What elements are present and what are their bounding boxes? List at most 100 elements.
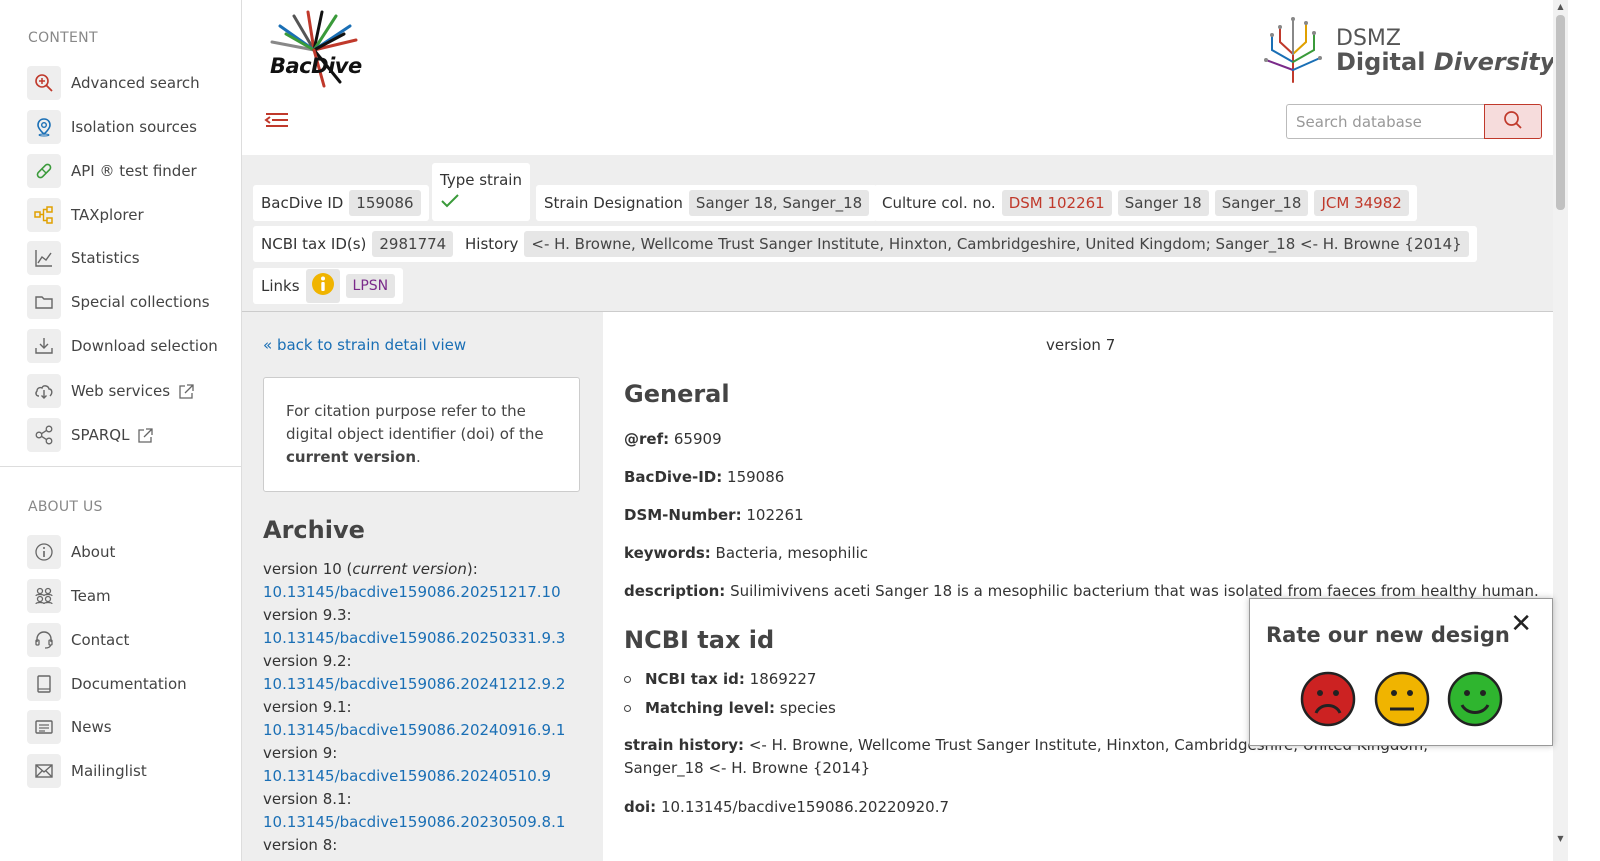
archive-doi-link[interactable]: 10.13145/bacdive159086.20251217.10 [263,581,565,604]
archive-doi-link[interactable]: 10.13145/bacdive159086.20240916.9.1 [263,719,565,742]
scrollbar-thumb[interactable] [1556,15,1565,210]
sidebar-item-special-collections[interactable]: Special collections [27,285,227,319]
ref-field: @ref: 65909 [624,430,722,448]
share-nodes-icon [27,418,61,452]
sad-face-icon[interactable] [1300,671,1356,727]
links-label: Links [261,277,300,295]
neutral-face-icon[interactable] [1374,671,1430,727]
archive-current-label: current version [352,560,467,578]
archive-version: version 8.1: [263,790,352,808]
field-value: species [779,699,836,717]
citation-end: . [416,448,421,466]
history-label: History [465,235,519,253]
sidebar-item-web-services[interactable]: Web services [27,374,227,408]
archive-version-label: version 10 ( [263,560,353,578]
bacdive-id-label: BacDive ID [261,194,344,212]
history-pill: History <- H. Browne, Wellcome Trust San… [457,226,1477,262]
culture-collection-pill: Culture col. no. DSM 102261 Sanger 18 Sa… [874,185,1417,221]
bacdive-logo[interactable]: BacDive [264,10,364,90]
rate-design-title: Rate our new design [1266,623,1510,647]
culture-no-link[interactable]: JCM 34982 [1314,190,1409,216]
scroll-up-arrow-icon[interactable]: ▲ [1556,2,1565,11]
sidebar-item-statistics[interactable]: Statistics [27,241,227,275]
ncbi-tax-pill: NCBI tax ID(s) 2981774 [253,226,462,262]
archive-title: Archive [263,516,365,544]
sidebar-item-advanced-search[interactable]: Advanced search [27,66,227,100]
external-link-icon [137,427,154,444]
external-link-icon [178,383,195,400]
info-link-icon[interactable] [305,269,340,303]
search-button[interactable] [1484,104,1542,139]
archive-doi-link[interactable]: 10.13145/bacdive159086.20241212.9.2 [263,673,565,696]
culture-no-link[interactable]: DSM 102261 [1001,190,1112,216]
sidebar-item-contact[interactable]: Contact [27,623,227,657]
search-input[interactable] [1286,104,1484,139]
field-label: keywords: [624,544,711,562]
strain-designation-value: Sanger 18, Sanger_18 [688,190,870,216]
archive-doi-link[interactable]: 10.13145/bacdive159086.20230509.8.1 [263,811,565,834]
field-label: BacDive-ID: [624,468,723,486]
citation-note: For citation purpose refer to the digita… [263,377,580,492]
type-strain-label: Type strain [440,171,522,189]
scroll-down-arrow-icon[interactable]: ▼ [1556,834,1565,843]
strain-designation-label: Strain Designation [544,194,683,212]
header: BacDive DSMZ Digital Diversity [242,0,1555,155]
sidebar-item-label: Web services [71,382,171,400]
dsmz-logo[interactable]: DSMZ Digital Diversity [1258,14,1555,86]
archive-version: version 10 (current version): [263,558,565,581]
archive-doi-link[interactable]: 10.13145/bacdive159086.20250331.9.3 [263,627,565,650]
collapse-menu-icon[interactable] [264,107,290,133]
sidebar-item-label: About [71,543,116,561]
archive-version: version 8: [263,836,338,854]
field-value: 65909 [673,430,722,448]
archive-version: version 9.2: [263,652,352,670]
dsmz-line2-a: Digital [1336,48,1426,76]
bullet-dot [624,675,631,683]
back-to-strain-link[interactable]: « back to strain detail view [263,336,466,354]
sidebar-item-documentation[interactable]: Documentation [27,667,227,701]
sidebar-item-taxplorer[interactable]: TAXplorer [27,198,227,232]
rate-design-popup: Rate our new design ✕ [1249,598,1553,746]
sidebar-item-sparql[interactable]: SPARQL [27,418,227,452]
sidebar-item-isolation-sources[interactable]: Isolation sources [27,110,227,144]
field-value: 159086 [727,468,785,486]
lpsn-link[interactable]: LPSN [345,274,396,298]
sidebar-item-api-test-finder[interactable]: API ® test finder [27,154,227,188]
ncbi-tax-value[interactable]: 2981774 [372,231,454,257]
culture-no: Sanger 18 [1117,190,1209,216]
folder-icon [27,285,61,319]
matching-level-item: Matching level: species [624,699,836,717]
sidebar-item-news[interactable]: News [27,710,227,744]
dsmz-line2: Digital Diversity [1336,48,1555,76]
close-icon[interactable]: ✕ [1510,609,1532,639]
keywords-field: keywords: Bacteria, mesophilic [624,544,868,562]
strain-info-band: BacDive ID 159086 Type strain Strain Des… [242,155,1553,312]
version-label: version 7 [1046,336,1116,354]
type-strain-pill: Type strain [432,163,530,221]
sidebar-item-label: Download selection [71,337,218,355]
sidebar-item-label: API ® test finder [71,162,197,180]
field-label: DSM-Number: [624,506,742,524]
happy-face-icon[interactable] [1447,671,1503,727]
sidebar-item-download-selection[interactable]: Download selection [27,329,227,363]
field-value: Bacteria, mesophilic [715,544,869,562]
sidebar-item-mailinglist[interactable]: Mailinglist [27,754,227,788]
info-icon [27,535,61,569]
archive-panel: « back to strain detail view For citatio… [242,312,603,861]
logo-text-bac: Bac [270,54,312,78]
version-detail: version 7 General @ref: 65909 BacDive-ID… [603,312,1553,861]
sidebar-item-label: Isolation sources [71,118,197,136]
dsmz-line2-b: Diversity [1433,48,1556,76]
doi-field: doi: 10.13145/bacdive159086.20220920.7 [624,798,949,816]
pill-icon [27,154,61,188]
sidebar-item-label: Special collections [71,293,210,311]
citation-text: For citation purpose refer to the digita… [286,402,544,443]
field-label: Matching level: [645,699,775,717]
ncbi-taxid-item: NCBI tax id: 1869227 [624,670,816,688]
field-value: 10.13145/bacdive159086.20220920.7 [660,798,950,816]
archive-doi-link[interactable]: 10.13145/bacdive159086.20240510.9 [263,765,565,788]
sidebar-item-label: Statistics [71,249,140,267]
page-scrollbar[interactable]: ▲ ▼ [1553,0,1568,861]
sidebar-item-team[interactable]: Team [27,579,227,613]
sidebar-item-about[interactable]: About [27,535,227,569]
